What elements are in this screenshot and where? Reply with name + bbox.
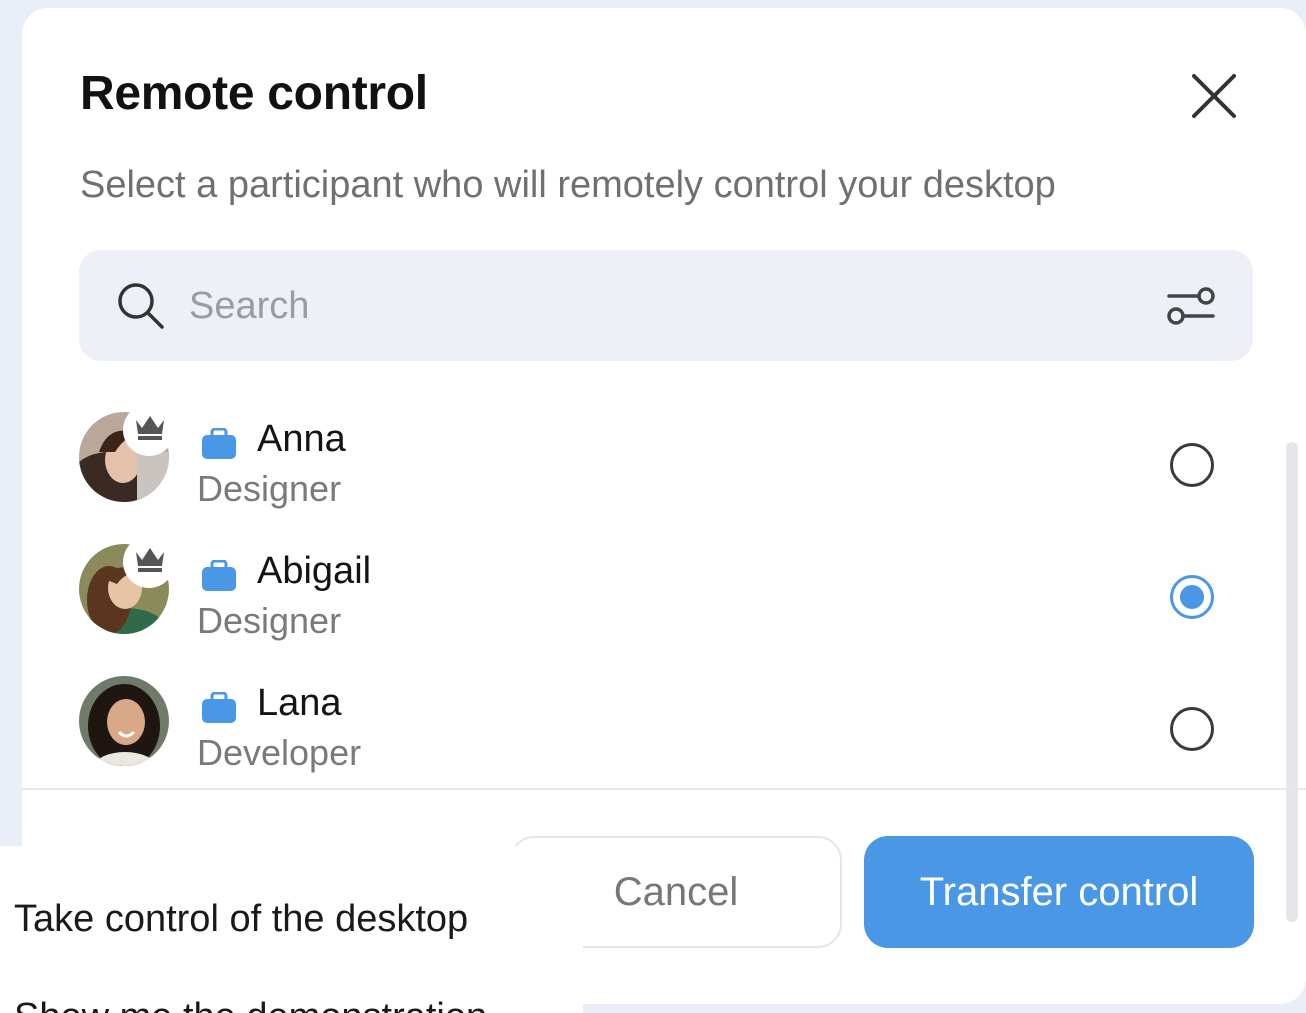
dialog-title: Remote control (80, 67, 428, 120)
participant-role: Developer (197, 732, 362, 773)
briefcase-icon (202, 560, 236, 591)
transfer-control-button[interactable]: Transfer control (864, 836, 1254, 948)
briefcase-icon (202, 428, 236, 459)
radio-selected[interactable] (1169, 574, 1215, 620)
menu-item-take-control[interactable]: Take control of the desktop (14, 898, 468, 941)
participant-role: Designer (197, 468, 342, 509)
participant-row-anna[interactable]: Anna Designer (79, 404, 1239, 510)
participant-name: Abigail (257, 550, 372, 592)
search-icon (118, 283, 164, 329)
crown-icon (123, 536, 175, 588)
close-button[interactable] (1186, 68, 1242, 124)
radio-unselected[interactable] (1169, 706, 1215, 752)
divider (22, 788, 1306, 790)
scrollbar[interactable] (1286, 442, 1298, 922)
participant-row-abigail[interactable]: Abigail Designer (79, 536, 1239, 642)
close-icon (1192, 74, 1236, 118)
menu-item-show-demonstration[interactable]: Show me the demonstration (14, 996, 487, 1013)
participant-role: Designer (197, 600, 342, 641)
participant-row-lana[interactable]: Lana Developer (79, 670, 1239, 774)
avatar (79, 676, 169, 766)
briefcase-icon (202, 692, 236, 723)
search-bar (79, 250, 1253, 361)
dialog-subtitle: Select a participant who will remotely c… (80, 164, 1056, 206)
filter-sliders-icon[interactable] (1165, 282, 1217, 330)
search-input[interactable] (189, 274, 1089, 338)
participant-name: Anna (257, 418, 346, 460)
crown-icon (123, 404, 175, 456)
radio-unselected[interactable] (1169, 442, 1215, 488)
participant-name: Lana (257, 682, 342, 724)
context-menu: Take control of the desktop Show me the … (0, 846, 583, 1013)
